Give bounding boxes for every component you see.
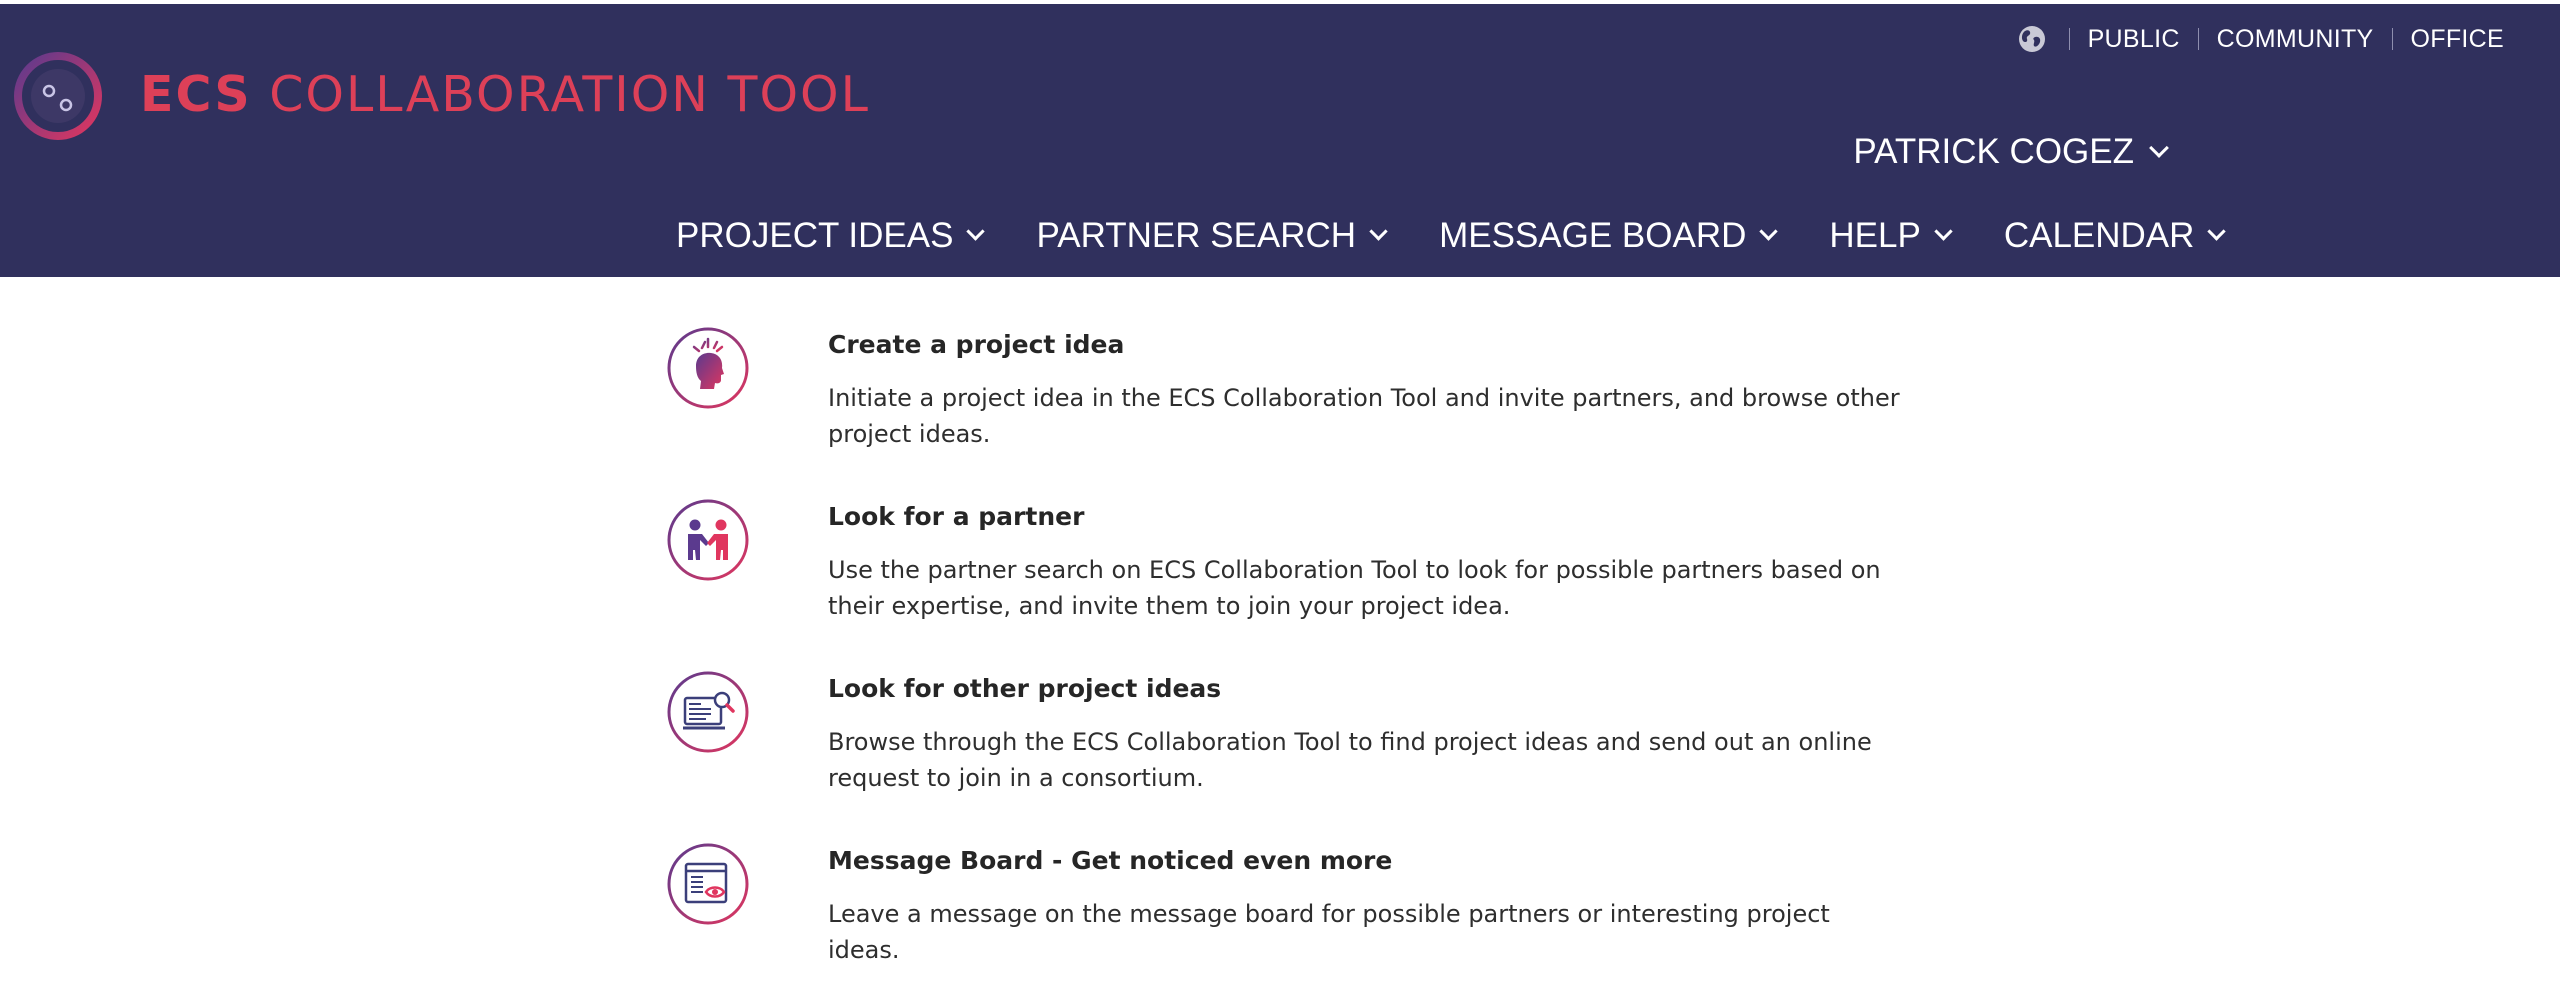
ecs-logo-icon[interactable] (12, 50, 104, 142)
feature-description: Use the partner search on ECS Collaborat… (828, 556, 1881, 620)
nav-calendar[interactable]: CALENDAR (2003, 216, 2227, 256)
feature-look-for-partner: Look for a partner Use the partner searc… (666, 494, 1916, 644)
chevron-down-icon (1759, 222, 1779, 241)
separator (2197, 28, 2199, 50)
feature-message-board: Message Board - Get noticed even more Le… (666, 838, 1916, 988)
public-link[interactable]: PUBLIC (2088, 25, 2180, 54)
nav-partner-search[interactable]: PARTNER SEARCH (1036, 216, 1388, 256)
handshake-partners-icon (667, 499, 749, 581)
main-nav: PROJECT IDEAS PARTNER SEARCH MESSAGE BOA… (676, 216, 2227, 256)
nav-item-label: MESSAGE BOARD (1439, 216, 1747, 255)
separator (2391, 28, 2393, 50)
globe-icon[interactable] (2017, 24, 2047, 54)
feature-description: Browse through the ECS Collaboration Too… (828, 728, 1872, 792)
nav-help[interactable]: HELP (1829, 216, 1953, 256)
logo-rest-text: COLLABORATION TOOL (269, 66, 870, 123)
site-header: ECS COLLABORATION TOOL PUBLIC COMMUNITY … (0, 4, 2560, 277)
nav-item-label: CALENDAR (2003, 216, 2195, 255)
nav-item-label: PARTNER SEARCH (1036, 216, 1357, 255)
nav-project-ideas[interactable]: PROJECT IDEAS (676, 216, 986, 256)
feature-title[interactable]: Create a project idea (828, 330, 1124, 359)
chevron-down-icon (966, 222, 986, 241)
chevron-down-icon (2149, 137, 2169, 158)
logo-bold-text: ECS (140, 66, 252, 123)
feature-description: Leave a message on the message board for… (828, 900, 1830, 964)
head-ideas-icon (667, 327, 749, 409)
chevron-down-icon (1369, 222, 1388, 241)
nav-message-board[interactable]: MESSAGE BOARD (1439, 216, 1779, 256)
chevron-down-icon (2207, 222, 2227, 241)
user-menu[interactable]: PATRICK COGEZ (1853, 132, 2169, 172)
user-name: PATRICK COGEZ (1853, 132, 2134, 171)
office-link[interactable]: OFFICE (2411, 25, 2504, 54)
message-board-icon (667, 843, 749, 925)
feature-title[interactable]: Look for a partner (828, 502, 1084, 531)
feature-description: Initiate a project idea in the ECS Colla… (828, 384, 1900, 448)
utility-bar: PUBLIC COMMUNITY OFFICE (2017, 24, 2504, 54)
feature-title[interactable]: Look for other project ideas (828, 674, 1221, 703)
feature-look-for-project-ideas: Look for other project ideas Browse thro… (666, 666, 1916, 816)
separator (2068, 28, 2070, 50)
site-logo-title[interactable]: ECS COLLABORATION TOOL (140, 66, 870, 123)
feature-create-project-idea: Create a project idea Initiate a project… (666, 322, 1916, 472)
search-document-icon (667, 671, 749, 753)
nav-item-label: PROJECT IDEAS (676, 216, 954, 255)
community-link[interactable]: COMMUNITY (2217, 25, 2374, 54)
chevron-down-icon (1934, 222, 1953, 241)
feature-title[interactable]: Message Board - Get noticed even more (828, 846, 1392, 875)
nav-item-label: HELP (1829, 216, 1921, 255)
